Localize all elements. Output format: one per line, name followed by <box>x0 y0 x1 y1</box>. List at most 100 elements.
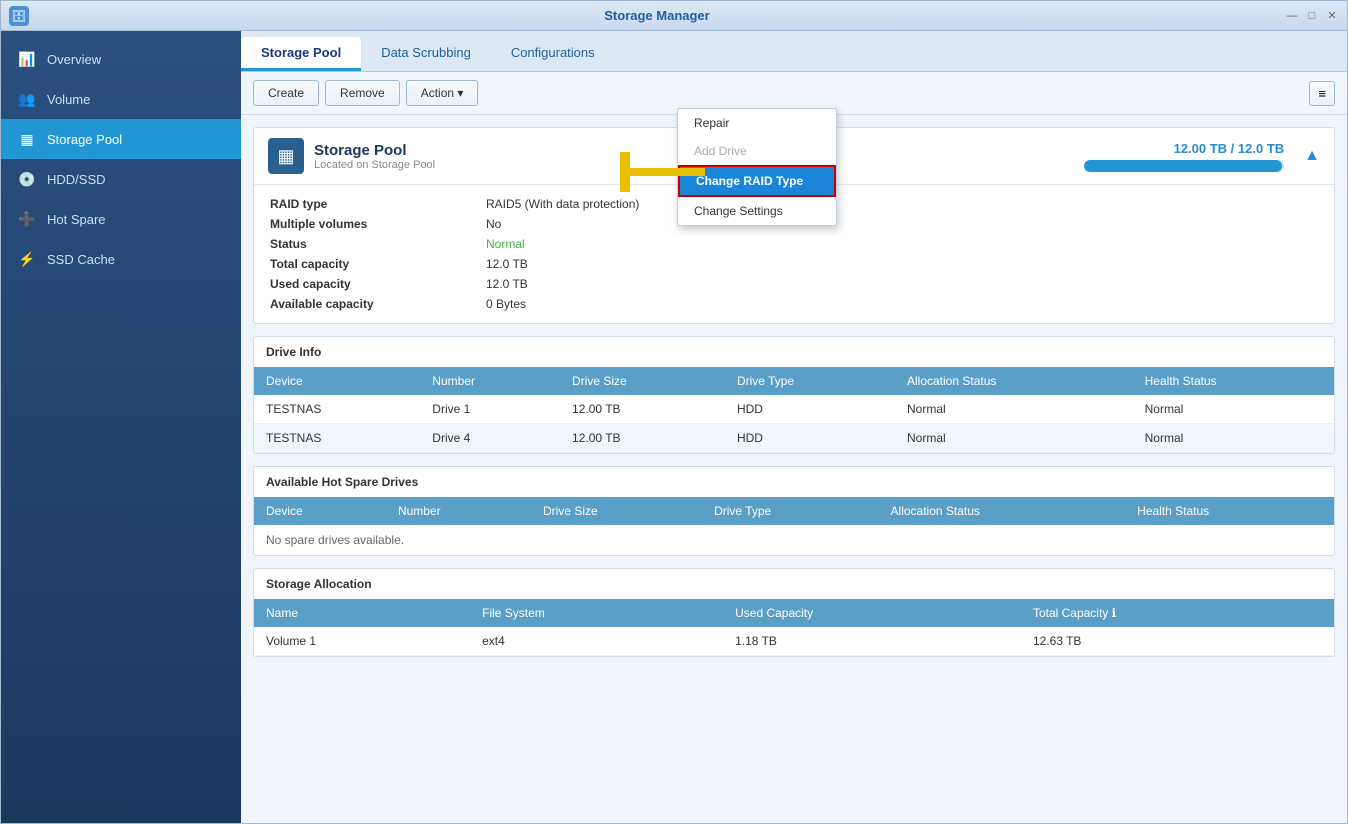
capacity-fill <box>1084 160 1282 172</box>
storage-allocation-section: Storage Allocation Name File System Used… <box>253 568 1335 657</box>
cell-size: 12.00 TB <box>560 395 725 424</box>
used-capacity-label: Used capacity <box>270 277 470 291</box>
sidebar-item-hot-spare[interactable]: ➕ Hot Spare <box>1 199 241 239</box>
sidebar-label-hdd-ssd: HDD/SSD <box>47 172 106 187</box>
table-row: TESTNAS Drive 4 12.00 TB HDD Normal Norm… <box>254 424 1334 453</box>
storage-pool-icon: ▦ <box>17 129 37 149</box>
cell-health: Normal <box>1133 395 1334 424</box>
sidebar-item-ssd-cache[interactable]: ⚡ SSD Cache <box>1 239 241 279</box>
cell-name: Volume 1 <box>254 627 470 656</box>
col-drive-size: Drive Size <box>560 367 725 395</box>
hs-col-drive-type: Drive Type <box>702 497 878 525</box>
sa-col-name: Name <box>254 599 470 627</box>
titlebar: 🗄 Storage Manager — □ ✕ <box>1 1 1347 31</box>
sa-col-filesystem: File System <box>470 599 723 627</box>
app-title: Storage Manager <box>29 8 1285 23</box>
hs-col-allocation-status: Allocation Status <box>879 497 1126 525</box>
capacity-text: 12.00 TB / 12.0 TB <box>1084 141 1284 156</box>
drive-info-title: Drive Info <box>254 337 1334 367</box>
pool-info: Storage Pool Located on Storage Pool <box>314 142 435 171</box>
sidebar-item-hdd-ssd[interactable]: 💿 HDD/SSD <box>1 159 241 199</box>
tab-data-scrubbing[interactable]: Data Scrubbing <box>361 37 491 71</box>
raid-type-label: RAID type <box>270 197 470 211</box>
dropdown-item-change-raid-type[interactable]: Change RAID Type <box>678 165 836 197</box>
cell-type: HDD <box>725 424 895 453</box>
available-capacity-label: Available capacity <box>270 297 470 311</box>
status-label: Status <box>270 237 470 251</box>
cell-allocation: Normal <box>895 395 1133 424</box>
sidebar-item-storage-pool[interactable]: ▦ Storage Pool <box>1 119 241 159</box>
cell-total: 12.63 TB <box>1021 627 1334 656</box>
table-row: TESTNAS Drive 1 12.00 TB HDD Normal Norm… <box>254 395 1334 424</box>
used-capacity-value: 12.0 TB <box>486 277 1318 291</box>
list-view-button[interactable]: ≡ <box>1309 81 1335 106</box>
window-controls: — □ ✕ <box>1285 9 1339 23</box>
cell-device: TESTNAS <box>254 395 420 424</box>
pool-icon: ▦ <box>268 138 304 174</box>
pool-expand-button[interactable]: ▲ <box>1304 147 1320 165</box>
hs-col-device: Device <box>254 497 386 525</box>
multiple-volumes-label: Multiple volumes <box>270 217 470 231</box>
pool-subtitle: Located on Storage Pool <box>314 159 435 171</box>
hot-spare-title: Available Hot Spare Drives <box>254 467 1334 497</box>
hdd-ssd-icon: 💿 <box>17 169 37 189</box>
col-number: Number <box>420 367 560 395</box>
no-spare-drives-text: No spare drives available. <box>254 525 1334 555</box>
sidebar-label-storage-pool: Storage Pool <box>47 132 122 147</box>
sidebar-label-overview: Overview <box>47 52 101 67</box>
hot-spare-icon: ➕ <box>17 209 37 229</box>
minimize-button[interactable]: — <box>1285 9 1299 23</box>
app-window: 🗄 Storage Manager — □ ✕ 📊 Overview 👥 Vol… <box>0 0 1348 824</box>
action-button[interactable]: Action ▾ <box>406 80 479 106</box>
storage-allocation-title: Storage Allocation <box>254 569 1334 599</box>
hs-col-number: Number <box>386 497 531 525</box>
col-device: Device <box>254 367 420 395</box>
cell-used: 1.18 TB <box>723 627 1021 656</box>
sidebar-label-volume: Volume <box>47 92 90 107</box>
dropdown-item-change-settings[interactable]: Change Settings <box>678 197 836 225</box>
drive-info-table: Device Number Drive Size Drive Type Allo… <box>254 367 1334 453</box>
available-capacity-value: 0 Bytes <box>486 297 1318 311</box>
sidebar-item-volume[interactable]: 👥 Volume <box>1 79 241 119</box>
tab-storage-pool[interactable]: Storage Pool <box>241 37 361 71</box>
hs-col-drive-size: Drive Size <box>531 497 702 525</box>
close-button[interactable]: ✕ <box>1325 9 1339 23</box>
total-capacity-value: 12.0 TB <box>486 257 1318 271</box>
col-health-status: Health Status <box>1133 367 1334 395</box>
tab-configurations[interactable]: Configurations <box>491 37 615 71</box>
pool-header-left: ▦ Storage Pool Located on Storage Pool <box>268 138 435 174</box>
volume-icon: 👥 <box>17 89 37 109</box>
hs-col-health-status: Health Status <box>1125 497 1334 525</box>
table-row: Volume 1 ext4 1.18 TB 12.63 TB <box>254 627 1334 656</box>
cell-filesystem: ext4 <box>470 627 723 656</box>
dropdown-item-repair[interactable]: Repair <box>678 109 836 137</box>
restore-button[interactable]: □ <box>1305 9 1319 23</box>
col-drive-type: Drive Type <box>725 367 895 395</box>
dropdown-item-add-drive: Add Drive <box>678 137 836 165</box>
total-capacity-label: Total capacity <box>270 257 470 271</box>
pool-name: Storage Pool <box>314 142 435 159</box>
drive-info-section: Drive Info Device Number Drive Size Driv… <box>253 336 1335 454</box>
main-panel: Storage Pool Data Scrubbing Configuratio… <box>241 31 1347 823</box>
sa-col-total-capacity: Total Capacity ℹ <box>1021 599 1334 627</box>
sidebar-item-overview[interactable]: 📊 Overview <box>1 39 241 79</box>
cell-number: Drive 1 <box>420 395 560 424</box>
action-dropdown: Repair Add Drive Change RAID Type Change… <box>677 108 837 226</box>
pool-capacity: 12.00 TB / 12.0 TB <box>1084 141 1284 172</box>
sidebar-label-hot-spare: Hot Spare <box>47 212 106 227</box>
cell-type: HDD <box>725 395 895 424</box>
raid-type-value: RAID5 (With data protection) <box>486 197 1318 211</box>
create-button[interactable]: Create <box>253 80 319 106</box>
list-icon: ≡ <box>1318 86 1326 101</box>
capacity-bar <box>1084 160 1284 172</box>
toolbar: Create Remove Action ▾ ≡ Repair Add Driv… <box>241 72 1347 115</box>
content-area: 📊 Overview 👥 Volume ▦ Storage Pool 💿 HDD… <box>1 31 1347 823</box>
cell-number: Drive 4 <box>420 424 560 453</box>
cell-health: Normal <box>1133 424 1334 453</box>
hot-spare-table: Device Number Drive Size Drive Type Allo… <box>254 497 1334 525</box>
sidebar-label-ssd-cache: SSD Cache <box>47 252 115 267</box>
sidebar: 📊 Overview 👥 Volume ▦ Storage Pool 💿 HDD… <box>1 31 241 823</box>
cell-allocation: Normal <box>895 424 1133 453</box>
remove-button[interactable]: Remove <box>325 80 400 106</box>
storage-allocation-table: Name File System Used Capacity Total Cap… <box>254 599 1334 656</box>
